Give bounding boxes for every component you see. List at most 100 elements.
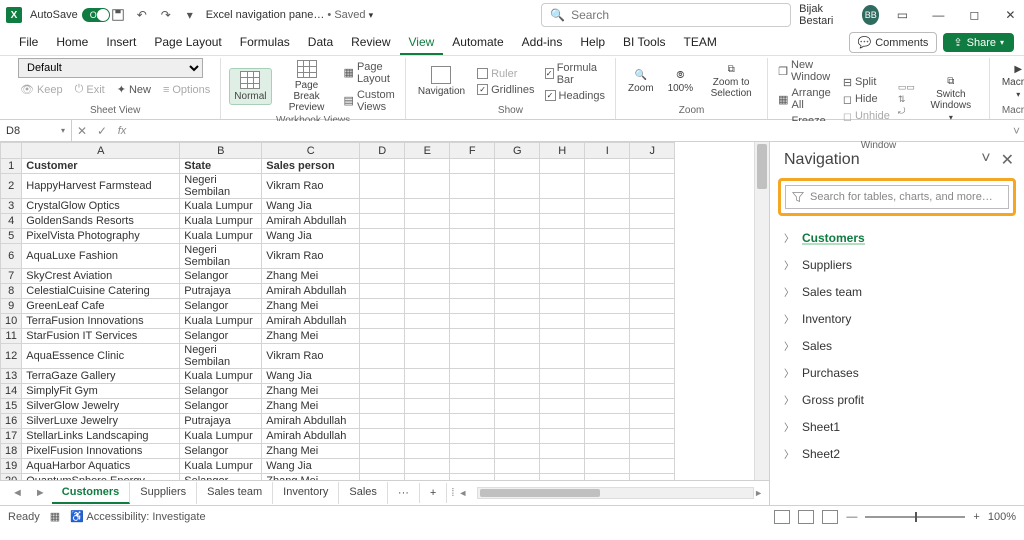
cell[interactable] [450,444,495,459]
cell[interactable]: Zhang Mei [262,399,360,414]
row-header[interactable]: 1 [1,159,22,174]
cell[interactable]: Zhang Mei [262,299,360,314]
cell[interactable] [585,344,630,369]
comments-button[interactable]: 💬Comments [849,32,938,53]
cell[interactable] [495,299,540,314]
cell[interactable] [540,299,585,314]
zoom-in-icon[interactable]: + [973,511,979,523]
col-header-G[interactable]: G [495,143,540,159]
cell[interactable] [450,199,495,214]
cell[interactable] [360,229,405,244]
cell[interactable]: Kuala Lumpur [180,214,262,229]
cell[interactable] [405,474,450,481]
maximize-icon[interactable]: ◻ [961,1,987,29]
nav-pane-dropdown-icon[interactable]: ˅ [981,150,990,170]
cell[interactable]: Selangor [180,329,262,344]
split-button[interactable]: ⊟Split [841,75,892,90]
autosave-toggle[interactable]: AutoSave On [30,8,102,22]
cell[interactable] [360,299,405,314]
row-header[interactable]: 16 [1,414,22,429]
cell[interactable] [585,459,630,474]
cell[interactable] [630,269,675,284]
menu-tab-team[interactable]: TEAM [675,31,726,55]
menu-tab-add-ins[interactable]: Add-ins [513,31,572,55]
sheet-tab-sales[interactable]: Sales [339,482,388,504]
menu-tab-automate[interactable]: Automate [443,31,512,55]
zoom-selection-button[interactable]: ⧉Zoom to Selection [703,62,759,101]
cell[interactable] [495,199,540,214]
cell[interactable] [360,399,405,414]
formula-input[interactable] [132,121,1009,141]
cell[interactable] [585,384,630,399]
menu-tab-review[interactable]: Review [342,31,399,55]
new-view-button[interactable]: ✦New [115,82,153,97]
cell[interactable] [360,244,405,269]
row-header[interactable]: 7 [1,269,22,284]
cell[interactable] [360,314,405,329]
pagelayout-button[interactable]: ▦Page Layout [342,60,397,86]
cell[interactable] [360,429,405,444]
cell[interactable]: PixelVista Photography [22,229,180,244]
cell[interactable] [585,159,630,174]
cell[interactable]: Vikram Rao [262,344,360,369]
cell[interactable] [495,214,540,229]
cell[interactable] [450,369,495,384]
options-button[interactable]: ≡Options [161,82,212,97]
tab-add-button[interactable]: + [420,483,447,503]
cell[interactable] [585,174,630,199]
cell[interactable] [405,284,450,299]
accessibility-button[interactable]: ♿ Accessibility: Investigate [70,510,205,523]
cell[interactable] [450,459,495,474]
cell[interactable] [405,369,450,384]
row-header[interactable]: 4 [1,214,22,229]
cell[interactable] [585,214,630,229]
row-header[interactable]: 17 [1,429,22,444]
nav-item-customers[interactable]: 〉Customers [774,224,1020,251]
cell[interactable]: SimplyFit Gym [22,384,180,399]
cell[interactable] [630,429,675,444]
cancel-formula-icon[interactable]: ✕ [72,124,92,138]
cell[interactable] [360,214,405,229]
cell[interactable]: Customer [22,159,180,174]
cell[interactable] [360,384,405,399]
cell[interactable] [630,229,675,244]
zoom-slider[interactable] [865,516,965,518]
cell[interactable] [360,329,405,344]
cell[interactable] [585,299,630,314]
cell[interactable] [405,174,450,199]
cell[interactable] [495,474,540,481]
formulabar-checkbox[interactable]: ✓Formula Bar [543,61,607,87]
nav-item-sales-team[interactable]: 〉Sales team [774,278,1020,305]
cell[interactable] [405,244,450,269]
cell[interactable] [405,414,450,429]
cell[interactable] [540,244,585,269]
cell[interactable] [360,414,405,429]
cell[interactable]: SilverLuxe Jewelry [22,414,180,429]
cell[interactable]: Amirah Abdullah [262,314,360,329]
cell[interactable] [630,299,675,314]
headings-checkbox[interactable]: ✓Headings [543,89,607,103]
vertical-scrollbar[interactable] [754,142,769,480]
cell[interactable] [405,399,450,414]
cell[interactable]: Sales person [262,159,360,174]
cell[interactable] [360,369,405,384]
row-header[interactable]: 15 [1,399,22,414]
nav-search-input[interactable]: Search for tables, charts, and more… [785,185,1009,209]
cell[interactable] [540,414,585,429]
cell[interactable] [540,369,585,384]
sheet-tab-customers[interactable]: Customers [52,482,130,504]
cell[interactable] [540,199,585,214]
cell[interactable]: Putrajaya [180,414,262,429]
col-header-A[interactable]: A [22,143,180,159]
cell[interactable] [405,344,450,369]
normal-view-button[interactable]: Normal [229,68,271,105]
cell[interactable] [405,459,450,474]
zoom-100-button[interactable]: ⦾100% [664,68,698,96]
cell[interactable]: Selangor [180,269,262,284]
nav-pane-close-icon[interactable]: ✕ [1001,150,1014,170]
cell[interactable] [585,444,630,459]
row-header[interactable]: 20 [1,474,22,481]
cell[interactable] [450,474,495,481]
cell[interactable] [495,384,540,399]
tab-nav-next-icon[interactable]: ► [29,487,52,499]
